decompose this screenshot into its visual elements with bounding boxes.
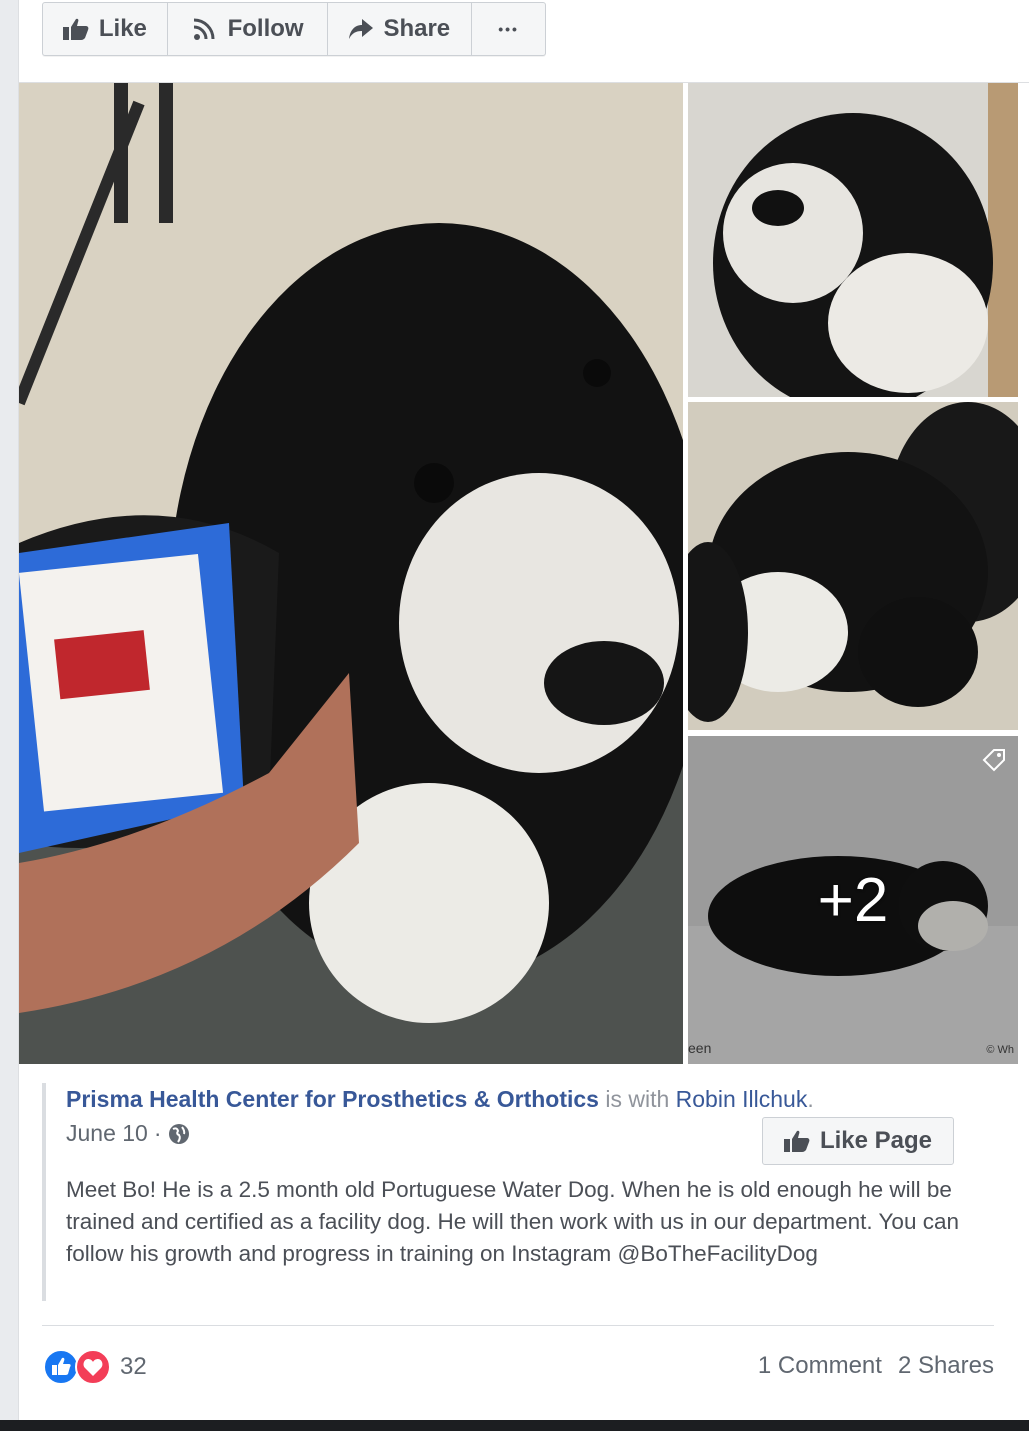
comments-count-link[interactable]: 1 Comment bbox=[758, 1352, 882, 1380]
page-name-link[interactable]: Prisma Health Center for Prosthetics & O… bbox=[66, 1086, 599, 1112]
follow-rss-icon bbox=[193, 18, 215, 40]
bottom-bar bbox=[0, 1420, 1029, 1431]
like-page-button[interactable]: Like Page bbox=[762, 1117, 954, 1165]
post-date-text: June 10 bbox=[66, 1120, 148, 1146]
thumbs-up-icon bbox=[783, 1130, 810, 1152]
photo-thumbnail-2[interactable] bbox=[688, 402, 1018, 730]
more-icon: ••• bbox=[498, 21, 519, 37]
more-photos-overlay[interactable]: +2 bbox=[688, 736, 1018, 1064]
post-body-text: Meet Bo! He is a 2.5 month old Portugues… bbox=[66, 1177, 959, 1266]
globe-icon bbox=[168, 1123, 189, 1144]
share-button[interactable]: Share bbox=[328, 3, 473, 55]
photo-watermark-left: een bbox=[688, 1040, 712, 1056]
post-header: Prisma Health Center for Prosthetics & O… bbox=[66, 1086, 814, 1113]
follow-button[interactable]: Follow bbox=[168, 3, 329, 55]
more-options-button[interactable]: ••• bbox=[472, 3, 545, 55]
share-button-label: Share bbox=[383, 15, 451, 42]
shares-count-link[interactable]: 2 Shares bbox=[898, 1352, 994, 1380]
engagement-stats: 1 Comment 2 Shares bbox=[758, 1352, 994, 1380]
like-button[interactable]: Like bbox=[43, 3, 168, 55]
photo-thumbnail-3[interactable]: +2 een © Wh bbox=[688, 736, 1018, 1064]
post-date[interactable]: June 10 · bbox=[66, 1120, 190, 1147]
photo-main[interactable] bbox=[19, 83, 683, 1064]
page-action-buttons: Like Follow Share ••• bbox=[42, 2, 546, 56]
date-separator: · bbox=[153, 1120, 162, 1146]
reactions-summary[interactable]: 32 bbox=[42, 1348, 147, 1386]
like-button-label: Like bbox=[98, 15, 147, 42]
reaction-count: 32 bbox=[120, 1353, 147, 1380]
love-reaction-icon bbox=[75, 1349, 111, 1385]
photo-watermark-right: © Wh bbox=[986, 1044, 1014, 1056]
thumbs-up-icon bbox=[62, 18, 89, 40]
with-text: is with bbox=[598, 1086, 676, 1112]
follow-button-label: Follow bbox=[227, 15, 304, 42]
header-period: . bbox=[807, 1086, 814, 1112]
divider bbox=[42, 1325, 994, 1326]
photo-thumbnail-1[interactable] bbox=[688, 83, 1018, 397]
tagged-person-link[interactable]: Robin Illchuk bbox=[676, 1086, 808, 1112]
shared-post-border bbox=[42, 1083, 46, 1301]
like-page-label: Like Page bbox=[819, 1127, 933, 1154]
share-arrow-icon bbox=[349, 19, 374, 39]
